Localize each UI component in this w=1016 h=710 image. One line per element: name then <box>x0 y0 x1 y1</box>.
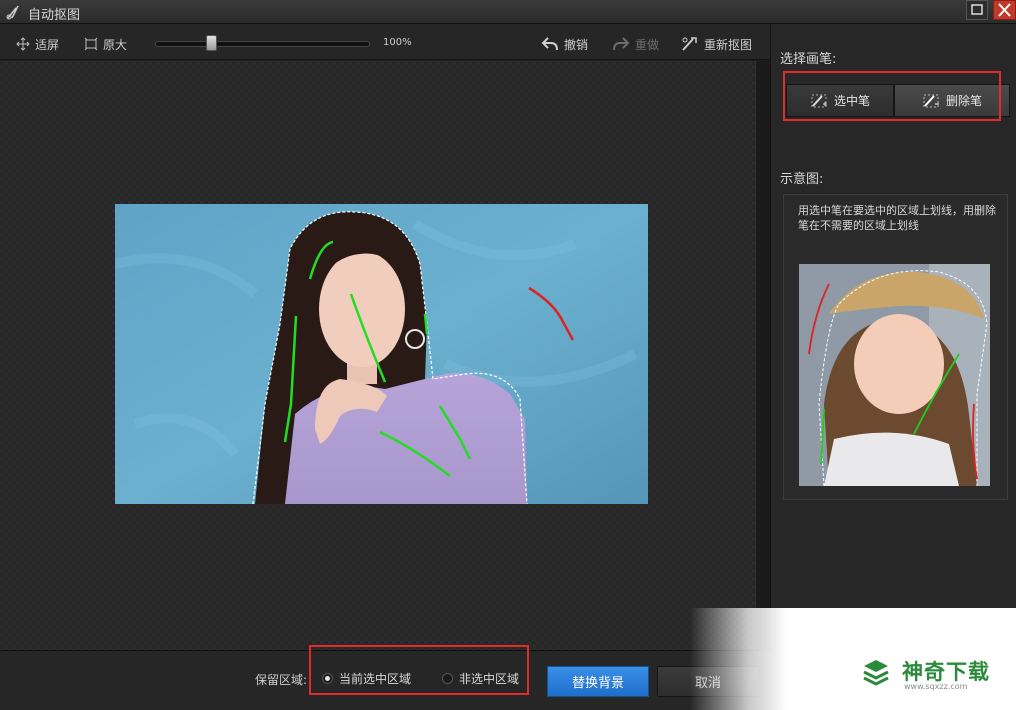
close-button[interactable] <box>993 0 1016 20</box>
brush-section-title: 选择画笔: <box>780 52 837 67</box>
brush-selector: 选中笔 删除笔 <box>784 82 1010 120</box>
zoom-slider[interactable] <box>155 41 370 47</box>
select-brush-icon <box>811 94 827 107</box>
maximize-icon <box>971 4 983 15</box>
watermark-url: www.sqxzz.com <box>904 682 968 691</box>
radio-current-label: 当前选中区域 <box>339 672 412 686</box>
zoom-slider-thumb[interactable] <box>206 35 217 51</box>
radio-unselected-dot[interactable] <box>442 673 453 684</box>
close-icon <box>998 3 1011 17</box>
undo-button[interactable]: 撤销 <box>541 35 588 53</box>
undo-icon <box>541 37 558 51</box>
radio-unselected-area[interactable]: 非选中区域 <box>442 670 519 687</box>
delete-brush-button[interactable]: 删除笔 <box>894 84 1010 117</box>
redo-icon <box>613 37 630 51</box>
restart-cutout-button[interactable]: 重新抠图 <box>681 35 752 53</box>
radio-unselected-label: 非选中区域 <box>459 672 520 686</box>
actual-size-label: 原大 <box>103 37 128 52</box>
maximize-button[interactable] <box>966 0 988 20</box>
redo-button[interactable]: 重做 <box>612 35 659 53</box>
fit-screen-icon <box>16 37 30 51</box>
redo-label: 重做 <box>635 37 660 52</box>
select-brush-button[interactable]: 选中笔 <box>786 84 894 117</box>
demo-section-title: 示意图: <box>780 172 824 187</box>
source-photo[interactable] <box>115 204 648 504</box>
demo-face <box>854 314 944 414</box>
replace-background-button[interactable]: 替换背景 <box>547 666 649 697</box>
fit-screen-button[interactable]: 适屏 <box>16 35 59 53</box>
radio-current-dot[interactable] <box>322 673 333 684</box>
scissors-icon <box>6 4 22 20</box>
brand-logo-icon <box>863 660 889 686</box>
actual-size-icon <box>84 37 98 51</box>
demo-description: 用选中笔在要选中的区域上划线，用删除笔在不需要的区域上划线 <box>798 204 996 232</box>
title-bar: 自动抠图 <box>0 0 1016 24</box>
restart-cutout-icon <box>682 37 697 51</box>
subject-face <box>319 251 405 367</box>
undo-label: 撤销 <box>564 37 589 52</box>
window-title: 自动抠图 <box>28 8 81 23</box>
fit-screen-label: 适屏 <box>35 37 60 52</box>
delete-brush-icon <box>923 94 939 107</box>
delete-brush-label: 删除笔 <box>945 94 982 108</box>
radio-current-selection[interactable]: 当前选中区域 <box>322 670 411 687</box>
zoom-level: 100% <box>383 37 412 48</box>
demo-image <box>799 264 990 486</box>
restart-cutout-label: 重新抠图 <box>704 37 753 52</box>
actual-size-button[interactable]: 原大 <box>84 35 127 53</box>
canvas-scrollbar[interactable] <box>755 61 770 650</box>
keep-area-label: 保留区域: <box>255 673 308 687</box>
select-brush-label: 选中笔 <box>833 94 870 108</box>
